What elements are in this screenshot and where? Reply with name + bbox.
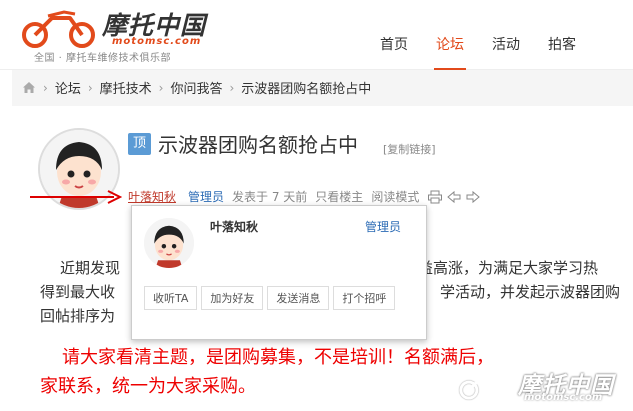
breadcrumb-separator: › [229,80,235,95]
user-info-popup: 叶落知秋 管理员 收听TA 加为好友 发送消息 打个招呼 [131,205,427,340]
breadcrumb: › 论坛 › 摩托技术 › 你问我答 › 示波器团购名额抢占中 [12,70,633,106]
breadcrumb-item-moto-tech[interactable]: 摩托技术 [100,78,152,97]
breadcrumb-item-forum[interactable]: 论坛 [55,78,81,97]
print-icon[interactable] [427,190,443,204]
site-logo[interactable]: 摩托中国 motomsc.com 全国 · 摩托车维修技术俱乐部 [14,4,244,64]
say-hello-button[interactable]: 打个招呼 [333,286,396,310]
post-highlight-line-1: 请大家看清主题，是团购募集，不是培训！名额满后， [62,347,494,368]
sticky-badge: 顶 [128,133,151,155]
author-name-link[interactable]: 叶落知秋 [128,188,176,205]
watermark-domain: motomsc.com [524,392,603,403]
next-thread-icon[interactable] [465,190,481,204]
read-mode-link[interactable]: 阅读模式 [371,188,419,205]
breadcrumb-separator: › [43,80,48,95]
breadcrumb-separator: › [87,80,93,95]
cartoon-avatar-icon [144,218,194,268]
breadcrumb-item-current[interactable]: 示波器团购名额抢占中 [241,78,371,97]
popup-user-role: 管理员 [364,220,401,234]
add-friend-button[interactable]: 加为好友 [201,286,264,310]
popup-avatar[interactable] [144,218,194,268]
nav-item-photo[interactable]: 拍客 [548,34,576,70]
motorcycle-watermark-icon [459,376,513,400]
post-meta: 叶落知秋 管理员 发表于 7 天前 只看楼主 阅读模式 [128,188,484,205]
red-arrow-annotation [30,190,122,204]
site-watermark: 摩托中国 motomsc.com [456,364,631,406]
breadcrumb-separator: › [158,80,164,95]
post-title: 示波器团购名额抢占中 [158,133,358,157]
nav-item-home[interactable]: 首页 [380,34,408,70]
breadcrumb-item-qa[interactable]: 你问我答 [170,78,222,97]
motorcycle-logo-icon [22,10,95,48]
nav-item-forum[interactable]: 论坛 [434,34,466,70]
author-role: 管理员 [188,190,225,204]
only-author-link[interactable]: 只看楼主 [315,188,363,205]
page-root: 摩托中国 motomsc.com 全国 · 摩托车维修技术俱乐部 首页 论坛 活… [0,0,633,411]
main-nav: 首页 论坛 活动 拍客 [380,34,604,70]
popup-username[interactable]: 叶落知秋 [210,218,258,235]
follow-button[interactable]: 收听TA [144,286,198,310]
nav-item-events[interactable]: 活动 [492,34,520,70]
home-icon[interactable] [22,81,36,94]
site-header: 摩托中国 motomsc.com 全国 · 摩托车维修技术俱乐部 首页 论坛 活… [0,0,633,70]
copy-link-button[interactable]: [复制链接] [383,141,436,157]
previous-thread-icon[interactable] [446,190,462,204]
logo-slogan: 全国 · 摩托车维修技术俱乐部 [34,53,172,64]
popup-actions: 收听TA 加为好友 发送消息 打个招呼 [144,286,399,310]
logo-domain: motomsc.com [112,36,202,47]
post-highlight-line-2: 家联系，统一为大家采购。 [40,376,256,397]
post-time: 发表于 7 天前 [232,190,308,204]
send-message-button[interactable]: 发送消息 [267,286,330,310]
